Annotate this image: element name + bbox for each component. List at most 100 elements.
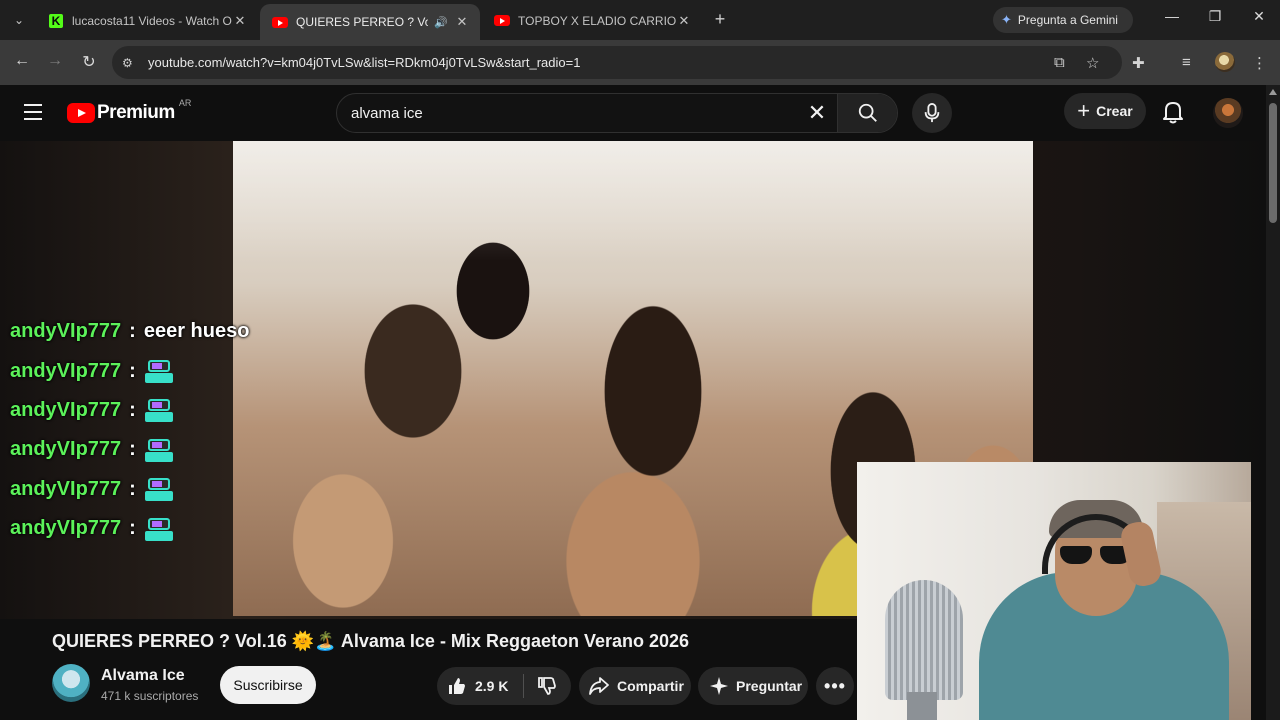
chat-separator: :	[129, 320, 136, 343]
video-title: QUIERES PERREO ? Vol.16 🌞🏝️ Alvama Ice -…	[52, 631, 690, 651]
studio-microphone	[885, 580, 963, 700]
kick-icon: K	[48, 13, 64, 29]
notifications-bell-icon[interactable]	[1162, 100, 1184, 129]
more-horizontal-icon: •••	[824, 675, 846, 696]
sunglasses-icon	[1060, 546, 1132, 566]
like-button[interactable]: 2.9 K	[437, 676, 523, 696]
thumbs-down-icon	[538, 677, 556, 695]
page-scrollbar[interactable]	[1266, 85, 1280, 720]
media-controls-icon[interactable]: ≡	[1182, 54, 1191, 71]
site-info-icon[interactable]: ⚙	[122, 56, 138, 70]
minimize-icon[interactable]: —	[1160, 8, 1184, 24]
bookmark-star-icon[interactable]: ☆	[1086, 54, 1099, 72]
tab-youtube-active[interactable]: QUIERES PERREO ? Vol.16 🌞 🔊 ✕	[260, 4, 480, 40]
youtube-icon	[494, 13, 510, 29]
browser-toolbar: ← → ↻ ⚙ youtube.com/watch?v=km04j0TvLSw&…	[0, 40, 1280, 85]
tab-youtube[interactable]: TOPBOY X ELADIO CARRION X ✕	[482, 5, 702, 36]
more-vertical-icon[interactable]: ⋮	[1252, 54, 1267, 72]
chat-message: andyVIp777 :	[10, 470, 310, 509]
chat-emote-icon	[144, 515, 174, 543]
video-frame-highlight	[233, 141, 1033, 261]
youtube-premium-logo[interactable]: Premium AR	[67, 98, 191, 124]
extensions-icon[interactable]: ✚	[1132, 54, 1145, 72]
chat-message: andyVIp777 :	[10, 509, 310, 548]
chat-emote-icon	[144, 475, 174, 503]
plus-icon: +	[1077, 98, 1091, 123]
chevron-down-icon: ⌄	[13, 13, 25, 27]
microphone-icon	[924, 103, 940, 123]
forward-arrow-icon[interactable]: →	[44, 52, 66, 70]
ask-button[interactable]: Preguntar	[698, 667, 808, 705]
browser-tab-strip: ⌄ K lucacosta11 Videos - Watch On ✕ QUIE…	[0, 0, 1280, 40]
tab-title: TOPBOY X ELADIO CARRION X	[518, 13, 676, 28]
close-tab-icon[interactable]: ✕	[676, 13, 692, 29]
search-box: alvama ice ✕	[336, 93, 898, 133]
search-button[interactable]	[837, 94, 897, 132]
like-count: 2.9 K	[475, 678, 509, 694]
install-app-icon[interactable]: ⧉	[1054, 54, 1065, 71]
speaker-icon[interactable]: 🔊	[434, 16, 448, 29]
share-arrow-icon	[589, 677, 609, 695]
browser-profile-avatar[interactable]	[1215, 52, 1235, 72]
youtube-play-icon	[67, 103, 95, 123]
chat-separator: :	[129, 517, 136, 540]
tab-kick[interactable]: K lucacosta11 Videos - Watch On ✕	[36, 5, 258, 36]
tab-title: QUIERES PERREO ? Vol.16 🌞	[296, 15, 429, 29]
chat-message: andyVIp777 :	[10, 430, 310, 469]
subscribe-button[interactable]: Suscribirse	[220, 666, 316, 704]
account-avatar[interactable]	[1213, 98, 1243, 128]
youtube-masthead: Premium AR alvama ice ✕ + Crear	[0, 85, 1266, 141]
more-actions-button[interactable]: •••	[816, 667, 854, 705]
create-button[interactable]: + Crear	[1064, 93, 1146, 129]
channel-avatar[interactable]	[52, 664, 90, 702]
dislike-button[interactable]	[524, 676, 570, 696]
new-tab-button[interactable]: +	[710, 9, 730, 29]
microphone-stand	[907, 692, 937, 720]
stream-chat-overlay: andyVIp777 : eeer hueso andyVIp777 : and…	[10, 312, 310, 548]
reload-icon[interactable]: ↻	[78, 52, 100, 72]
like-dislike-group: 2.9 K	[437, 667, 571, 705]
region-code: AR	[178, 98, 192, 108]
chat-username: andyVIp777	[10, 477, 122, 500]
streamer-webcam	[857, 462, 1251, 720]
address-bar[interactable]: ⚙ youtube.com/watch?v=km04j0TvLSw&list=R…	[112, 46, 1122, 79]
back-arrow-icon[interactable]: ←	[11, 52, 33, 70]
search-icon	[858, 103, 877, 122]
gemini-button[interactable]: ✦ Pregunta a Gemini	[993, 7, 1133, 33]
scrollbar-thumb[interactable]	[1269, 103, 1277, 223]
youtube-icon	[272, 14, 288, 30]
close-window-icon[interactable]: ✕	[1247, 8, 1271, 25]
close-tab-icon[interactable]: ✕	[232, 13, 248, 29]
url-text[interactable]: youtube.com/watch?v=km04j0TvLSw&list=RDk…	[148, 55, 580, 70]
chat-message: andyVIp777 :	[10, 351, 310, 390]
share-label: Compartir	[617, 678, 684, 694]
restore-icon[interactable]: ❐	[1203, 8, 1227, 25]
tab-title: lucacosta11 Videos - Watch On	[72, 13, 232, 28]
chat-username: andyVIp777	[10, 359, 122, 382]
chat-message: andyVIp777 : eeer hueso	[10, 312, 310, 351]
tab-search-button[interactable]: ⌄	[6, 7, 32, 33]
chat-separator: :	[129, 398, 136, 421]
search-input[interactable]: alvama ice	[351, 105, 797, 122]
logo-wordmark: Premium	[97, 102, 175, 123]
chat-username: andyVIp777	[10, 438, 122, 461]
channel-name[interactable]: Alvama Ice	[101, 667, 185, 685]
create-label: Crear	[1096, 103, 1133, 119]
sparkle-icon	[710, 677, 728, 695]
scroll-up-arrow-icon[interactable]	[1269, 89, 1277, 95]
chat-username: andyVIp777	[10, 398, 122, 421]
hamburger-menu-icon[interactable]	[24, 104, 42, 120]
close-tab-icon[interactable]: ✕	[454, 14, 470, 30]
gemini-sparkle-icon: ✦	[1001, 12, 1012, 27]
chat-separator: :	[129, 438, 136, 461]
chat-username: andyVIp777	[10, 517, 122, 540]
ask-label: Preguntar	[736, 678, 803, 694]
share-button[interactable]: Compartir	[579, 667, 691, 705]
chat-message: andyVIp777 :	[10, 391, 310, 430]
clear-search-icon[interactable]: ✕	[797, 100, 837, 126]
chat-emote-icon	[144, 436, 174, 464]
voice-search-button[interactable]	[912, 93, 952, 133]
gemini-label: Pregunta a Gemini	[1017, 13, 1118, 27]
chat-emote-icon	[144, 396, 174, 424]
chat-emote-icon	[144, 357, 174, 385]
